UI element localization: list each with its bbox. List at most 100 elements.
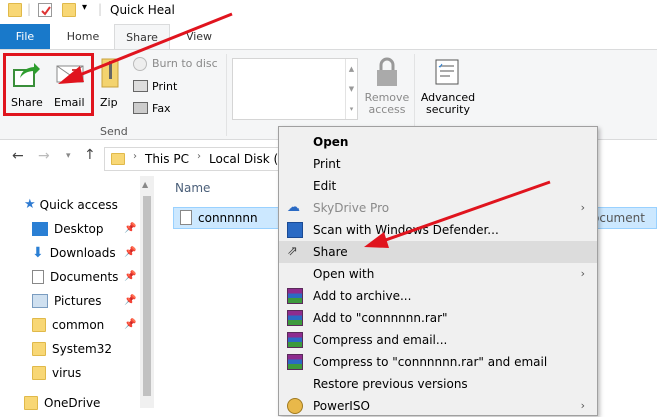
menu-item-edit[interactable]: Edit [279,175,597,197]
address-bar[interactable]: › This PC › Local Disk (E: [104,147,290,171]
column-header-name[interactable]: Name [175,181,210,195]
menu-item-label: Open [313,135,349,149]
advanced-security-label: Advanced security [420,91,476,116]
menu-item-share[interactable]: ⇗ Share [279,241,597,263]
menu-item-skydrive-pro[interactable]: ☁ SkyDrive Pro › [279,197,597,219]
folder-icon [111,153,125,165]
sidebar-item-label: Documents [50,270,119,284]
menu-item-open-with[interactable]: Open with › [279,263,597,285]
menu-item-label: Open with [313,267,375,281]
sidebar-item-label: OneDrive [44,396,101,410]
back-icon[interactable]: ← [12,148,24,164]
sidebar-item-label: Pictures [54,294,102,308]
sidebar-item-onedrive[interactable]: OneDrive [24,391,100,415]
properties-icon[interactable] [38,3,52,17]
scroll-up-icon[interactable]: ▲ [142,180,148,189]
sidebar-item-system32[interactable]: System32 [32,337,112,361]
lock-icon [377,57,397,86]
breadcrumb-this-pc[interactable]: This PC [145,152,189,166]
folder-icon [32,318,46,332]
sidebar-item-label: Desktop [54,222,104,236]
zip-icon [101,58,119,88]
menu-item-restore-versions[interactable]: Restore previous versions [279,373,597,395]
folder-icon[interactable] [8,3,22,17]
window-title: Quick Heal [110,3,175,17]
share-with-scrollbar[interactable]: ▲ ▼ ▾ [345,59,357,119]
menu-item-label: Compress to "connnnnn.rar" and email [313,355,548,369]
customize-quick-access-icon[interactable]: ▾ [82,2,87,13]
submenu-arrow-icon: › [580,399,585,412]
separator: | [98,2,103,16]
text-file-icon [180,210,192,225]
sidebar-item-desktop[interactable]: Desktop [32,217,104,241]
pin-icon: 📌 [124,247,137,258]
menu-item-scan-defender[interactable]: Scan with Windows Defender... [279,219,597,241]
file-type: ocument [592,211,645,225]
sidebar-item-label: Downloads [49,246,116,260]
star-icon: ★ [24,197,36,212]
recent-locations-icon[interactable]: ▾ [66,151,71,161]
menu-item-print[interactable]: Print [279,153,597,175]
remove-access-button[interactable]: Remove access [364,56,410,118]
pin-icon: 📌 [124,223,137,234]
menu-item-poweriso[interactable]: PowerISO › [279,395,597,417]
disc-icon [133,57,147,71]
zip-button[interactable]: Zip [98,58,122,114]
sidebar-item-common[interactable]: common [32,313,104,337]
pin-icon: 📌 [124,319,137,330]
chevron-right-icon: › [133,151,137,162]
advanced-security-button[interactable]: Advanced security [420,56,476,118]
scrollbar-thumb[interactable] [143,196,151,396]
sidebar-item-label: Quick access [39,198,118,212]
sidebar-item-quick-access[interactable]: ★ Quick access [24,193,118,217]
cloud-icon: ☁ [287,200,300,215]
print-label: Print [152,80,178,93]
burn-label: Burn to disc [152,57,218,70]
sidebar-item-documents[interactable]: Documents [32,265,118,289]
annotation-box [3,53,94,116]
sidebar-item-pictures[interactable]: Pictures [32,289,102,313]
group-separator [414,54,415,136]
menu-item-add-archive[interactable]: Add to archive... [279,285,597,307]
sidebar-item-downloads[interactable]: ⬇ Downloads [32,241,116,265]
menu-item-compress-rar-email[interactable]: Compress to "connnnnn.rar" and email [279,351,597,373]
picture-icon [32,294,48,308]
submenu-arrow-icon: › [580,267,585,280]
new-folder-icon[interactable] [62,3,76,17]
menu-item-label: PowerISO [313,399,370,413]
winrar-icon [287,310,303,326]
share-with-list[interactable]: ▲ ▼ ▾ [232,58,358,120]
up-icon[interactable]: ↑ [84,147,96,163]
folder-icon [32,342,46,356]
menu-item-label: Restore previous versions [313,377,468,391]
zip-label: Zip [100,96,118,109]
navigation-pane: ★ Quick access Desktop 📌 ⬇ Downloads 📌 D… [0,176,155,410]
sidebar-item-label: virus [52,366,82,380]
context-menu: Open Print Edit ☁ SkyDrive Pro › Scan wi… [278,126,598,416]
tab-home[interactable]: Home [52,24,114,50]
tab-view[interactable]: View [170,24,228,50]
menu-item-open[interactable]: Open [279,131,597,153]
menu-item-compress-email[interactable]: Compress and email... [279,329,597,351]
group-label-send: Send [100,125,128,138]
sidebar-item-virus[interactable]: virus [32,361,81,385]
sidebar-scrollbar[interactable]: ▲ [140,176,154,408]
tab-file[interactable]: File [0,24,50,50]
title-bar: | ▾ | Quick Heal [0,0,657,22]
winrar-icon [287,354,303,370]
printer-icon [133,80,148,92]
menu-item-label: SkyDrive Pro [313,201,390,215]
pin-icon: 📌 [124,271,137,282]
share-icon: ⇗ [287,244,298,259]
submenu-arrow-icon: › [580,201,585,214]
menu-item-label: Share [313,245,348,259]
tab-share[interactable]: Share [114,24,170,50]
menu-item-add-rar[interactable]: Add to "connnnnn.rar" [279,307,597,329]
menu-item-label: Compress and email... [313,333,448,347]
file-name: connnnnn [198,211,258,225]
forward-icon[interactable]: → [38,148,50,164]
menu-item-label: Print [313,157,341,171]
menu-item-label: Edit [313,179,337,193]
defender-icon [287,222,303,238]
menu-item-label: Add to "connnnnn.rar" [313,311,448,325]
